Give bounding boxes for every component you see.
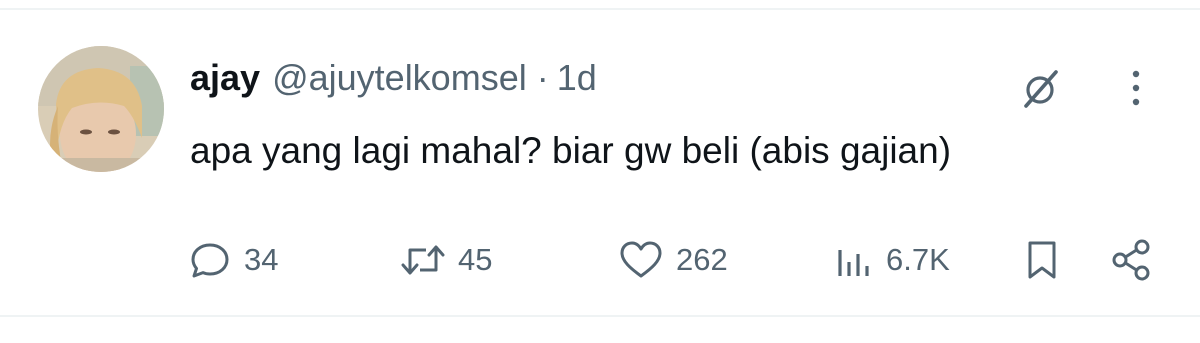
repost-button[interactable]: 45 (400, 232, 492, 288)
reply-icon (191, 243, 229, 278)
more-vertical-icon (1132, 70, 1140, 106)
repost-icon (401, 245, 445, 275)
bookmark-button[interactable] (1022, 232, 1062, 288)
avatar[interactable] (38, 46, 164, 172)
bookmark-icon (1028, 241, 1056, 279)
grok-icon (1024, 70, 1058, 108)
heart-icon (620, 241, 662, 278)
reply-count: 34 (244, 242, 279, 277)
tweet-header: ajay @ajuytelkomsel · 1d (190, 58, 597, 98)
user-handle[interactable]: @ajuytelkomsel (272, 58, 527, 98)
tweet-text: apa yang lagi mahal? biar gw beli (abis … (190, 130, 952, 171)
views-bar-chart-icon (838, 250, 869, 276)
like-button[interactable]: 262 (618, 232, 728, 288)
avatar-image (38, 46, 164, 172)
views-count: 6.7K (886, 242, 950, 277)
display-name[interactable]: ajay (190, 58, 260, 98)
like-count: 262 (676, 242, 728, 277)
reply-button[interactable]: 34 (188, 232, 278, 288)
repost-count: 45 (458, 242, 493, 277)
timestamp[interactable]: 1d (557, 58, 597, 98)
separator-dot: · (536, 57, 549, 98)
more-button[interactable] (1116, 60, 1156, 116)
share-icon (1112, 239, 1150, 281)
bottom-divider (0, 315, 1200, 317)
views-button[interactable]: 6.7K (834, 232, 950, 288)
grok-button[interactable] (1012, 62, 1068, 118)
action-bar: 34 45 262 6.7K (0, 232, 1200, 288)
tweet[interactable]: ajay @ajuytelkomsel · 1d apa yang lagi m… (0, 10, 1200, 315)
share-button[interactable] (1108, 232, 1154, 288)
